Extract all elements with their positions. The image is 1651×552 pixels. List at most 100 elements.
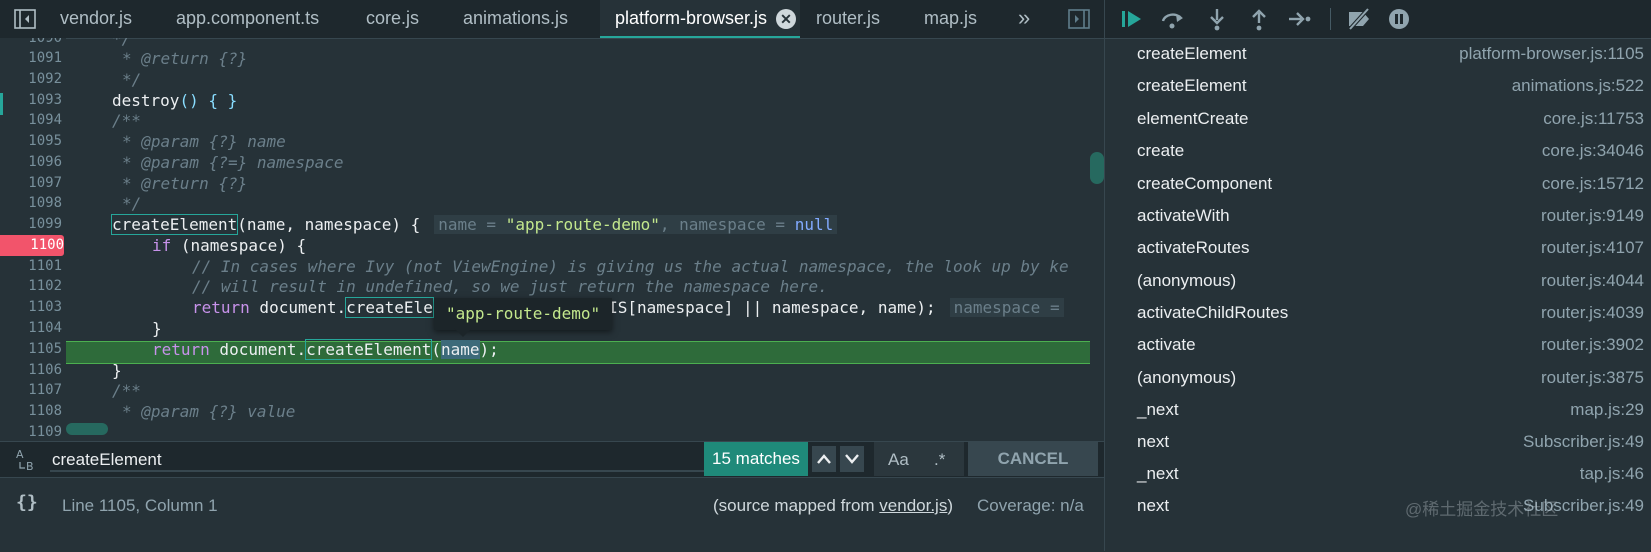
tab-app-component-ts[interactable]: app.component.ts [176,0,319,38]
frame-function: elementCreate [1137,109,1249,128]
frame-location: core.js:15712 [1541,174,1644,193]
line-number[interactable]: 1106 [0,360,62,381]
deactivate-breakpoints-icon[interactable] [1346,7,1370,31]
frame-function: _next [1137,464,1179,483]
tab-router-js[interactable]: router.js [816,0,880,38]
cursor-position[interactable]: Line 1105, Column 1 [62,496,218,516]
frame-function: createElement [1137,44,1247,63]
source-map-suffix: ) [947,496,954,515]
line-number[interactable]: 1096 [0,152,62,173]
line-number[interactable]: 1108 [0,401,62,422]
frame-location: router.js:4044 [1540,271,1644,290]
step-out-icon[interactable] [1247,7,1271,31]
cancel-search-button[interactable]: CANCEL [968,442,1098,476]
vertical-scrollbar[interactable] [1090,152,1104,184]
line-number[interactable]: 1094 [0,110,62,131]
previous-match-button[interactable] [812,446,836,472]
regex-button[interactable]: .* [934,450,945,470]
call-stack-frame[interactable]: activateRoutes router.js:4107 [1105,232,1651,264]
code-line: * @return {?} [122,49,248,68]
line-number[interactable]: 1098 [0,193,62,214]
line-number[interactable]: 1104 [0,318,62,339]
tab-label: platform-browser.js [615,8,768,28]
hovered-token[interactable]: name [441,340,480,359]
frame-function: activateChildRoutes [1137,303,1289,322]
tab-label: animations.js [463,8,569,28]
call-stack-frame[interactable]: createComponent core.js:15712 [1105,168,1651,200]
tab-label: vendor.js [60,8,133,28]
tab-core-js[interactable]: core.js [366,0,419,38]
pause-on-exceptions-icon[interactable] [1387,7,1411,31]
call-stack-frame[interactable]: (anonymous) router.js:3875 [1105,362,1651,394]
line-number[interactable]: 1105 [0,339,62,360]
call-stack-frame[interactable]: activateWith router.js:9149 [1105,200,1651,232]
editor-pane: vendor.js app.component.ts core.js anima… [0,0,1104,552]
code-token: document. [209,340,307,359]
more-tabs-button[interactable]: » [1018,0,1030,38]
frame-location: router.js:4039 [1540,303,1644,322]
toggle-debugger-panel-icon[interactable] [1068,8,1090,35]
tab-platform-browser-js[interactable]: platform-browser.js ✕ [600,0,800,38]
call-stack-frame[interactable]: createElement platform-browser.js:1105 [1105,38,1651,70]
step-icon[interactable] [1287,7,1311,31]
whole-word-icon[interactable]: AB [16,448,38,474]
tab-animations-js[interactable]: animations.js [463,0,568,38]
line-number[interactable]: 1102 [0,276,62,297]
close-tab-icon[interactable]: ✕ [776,9,796,29]
call-stack-frame[interactable]: (anonymous) router.js:4044 [1105,265,1651,297]
code-editor[interactable]: 1090 1091 1092 1093 1094 1095 1096 1097 … [0,38,1104,441]
line-number[interactable]: 1109 [0,422,62,441]
step-in-icon[interactable] [1205,7,1229,31]
line-number[interactable]: 1093 [0,90,62,111]
code-line: /** [112,381,141,400]
code-token: ); [479,340,499,359]
line-number[interactable]: 1101 [0,256,62,277]
code-line: } [112,361,122,380]
line-number[interactable]: 1103 [0,297,62,318]
code-line: * @param {?} value [122,402,296,421]
line-number[interactable]: 1092 [0,69,62,90]
search-options: Aa .* [874,442,964,476]
call-stack-frame[interactable]: activate router.js:3902 [1105,329,1651,361]
call-stack-frame[interactable]: create core.js:34046 [1105,135,1651,167]
frame-function: next [1137,496,1170,515]
code-line: // will result in undefined, so we just … [192,277,828,296]
pretty-print-button[interactable]: {} [16,492,38,513]
step-over-icon[interactable] [1160,7,1184,31]
inline-preview[interactable]: name = "app-route-demo", namespace = nul… [434,215,838,234]
code-token: "app-route-demo" [505,215,660,234]
line-number[interactable]: 1097 [0,173,62,194]
resume-icon[interactable] [1120,7,1144,31]
toggle-navigator-icon[interactable] [14,8,36,30]
tab-map-js[interactable]: map.js [924,0,977,38]
match-case-button[interactable]: Aa [888,450,909,470]
inline-preview[interactable]: namespace = [949,298,1064,317]
breakpoint-marker[interactable]: 1100 [0,235,64,256]
call-stack-frame[interactable]: _next tap.js:46 [1105,458,1651,490]
call-stack-frame[interactable]: activateChildRoutes router.js:4039 [1105,297,1651,329]
value-preview-popup[interactable]: "app-route-demo" [434,298,613,330]
code-line: destroy() { } [112,90,237,111]
call-stack-frame[interactable]: createElement animations.js:522 [1105,70,1651,102]
code-token: if [152,236,172,255]
line-number[interactable]: 1095 [0,131,62,152]
frame-location: core.js:34046 [1541,141,1644,160]
code-token: null [794,215,834,234]
call-stack-frame[interactable]: elementCreate core.js:11753 [1105,103,1651,135]
code-line: return document.createEle URIS[namespace]… [192,297,1064,318]
call-stack-frame[interactable]: next Subscriber.js:49 [1105,490,1651,522]
line-number[interactable]: 1091 [0,48,62,69]
next-match-button[interactable] [840,446,864,472]
code-line: } [152,319,162,338]
call-stack-frame[interactable]: next Subscriber.js:49 [1105,426,1651,458]
line-number[interactable]: 1099 [0,214,62,235]
horizontal-scrollbar[interactable] [66,423,108,435]
call-stack-frame[interactable]: _next map.js:29 [1105,394,1651,426]
source-map-link[interactable]: vendor.js [879,496,947,515]
code-line: /** [112,111,141,130]
frame-location: router.js:3875 [1540,368,1644,387]
frame-location: core.js:11753 [1543,109,1644,128]
tab-vendor-js[interactable]: vendor.js [60,0,132,38]
tab-label: app.component.ts [176,8,320,28]
line-number[interactable]: 1107 [0,380,62,401]
